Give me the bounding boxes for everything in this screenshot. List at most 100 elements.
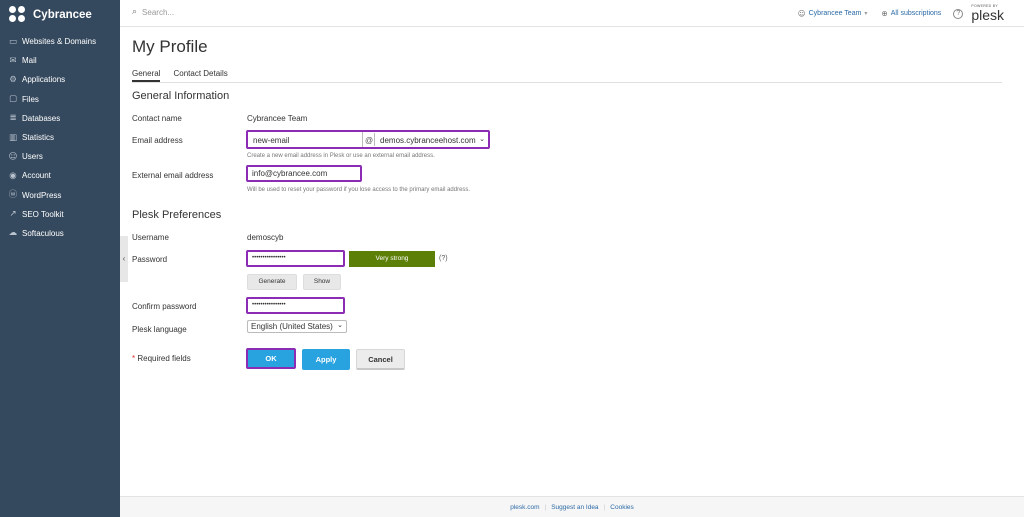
plesk-logo[interactable]: POWERED BY plesk (971, 5, 1004, 22)
sidebar-nav: ▭ Websites & Domains ✉ Mail ⚙ Applications … (0, 32, 120, 243)
email-local-input[interactable]: new-email (253, 136, 289, 145)
plesk-preferences-heading: Plesk Preferences (132, 209, 222, 221)
wordpress-icon: ⓦ (8, 190, 18, 201)
sidebar-item-applications[interactable]: ⚙ Applications (0, 70, 120, 89)
email-address-label: Email address (132, 136, 183, 145)
plesk-language-label: Plesk language (132, 325, 187, 334)
sidebar-item-label: SEO Toolkit (22, 209, 64, 219)
sidebar-item-databases[interactable]: ≣ Databases (0, 109, 120, 128)
tab-general[interactable]: General (132, 68, 161, 82)
cybrancee-logo-icon (9, 6, 27, 24)
chevron-down-icon: ⌄ (479, 135, 485, 143)
sidebar-item-label: Account (22, 171, 51, 181)
sidebar-item-label: Websites & Domains (22, 37, 97, 47)
chevron-down-icon: ⌄ (337, 321, 343, 329)
database-icon: ≣ (9, 113, 17, 124)
footer-separator: | (544, 503, 547, 511)
search-input[interactable]: Search... (142, 8, 174, 17)
footer-separator: | (603, 503, 606, 511)
password-field[interactable]: •••••••••••••••• (246, 250, 345, 267)
strength-help-link[interactable]: (?) (439, 255, 448, 262)
plesk-wordmark: plesk (971, 6, 1004, 23)
external-email-label: External email address (132, 171, 214, 180)
password-label: Password (132, 255, 168, 264)
sidebar-item-files[interactable]: ▢ Files (0, 90, 120, 109)
chevron-down-icon: ▾ (864, 11, 868, 17)
search-icon: ⌕ (132, 7, 138, 17)
subscriptions-label: All subscriptions (890, 10, 942, 17)
required-fields-note: * Required fields (132, 354, 191, 363)
sidebar-collapse-handle[interactable]: ‹ (120, 236, 128, 282)
top-bar: ⌕ Search... ☺ Cybrancee Team ▾ ⊕ All sub… (120, 0, 1024, 27)
plesk-language-value: English (United States) (251, 322, 333, 331)
tab-bar: General Contact Details (132, 68, 1002, 83)
user-icon: ☺ (8, 151, 18, 162)
ok-button[interactable]: OK (246, 348, 296, 369)
sidebar-item-account[interactable]: ◉ Account (0, 166, 120, 185)
plesk-language-select[interactable]: English (United States) ⌄ (247, 320, 347, 333)
general-information-heading: General Information (132, 90, 230, 102)
sidebar: Cybrancee ▭ Websites & Domains ✉ Mail ⚙ App… (0, 0, 120, 517)
sidebar-item-label: Databases (22, 113, 61, 123)
page-title: My Profile (132, 37, 208, 56)
show-button[interactable]: Show (303, 274, 341, 290)
sidebar-item-websites-domains[interactable]: ▭ Websites & Domains (0, 32, 120, 51)
sidebar-item-wordpress[interactable]: ⓦ WordPress (0, 186, 120, 205)
statistics-icon: ▥ (8, 132, 18, 143)
username-label: Username (132, 233, 169, 242)
email-hint: Create a new email address in Plesk or u… (247, 153, 435, 159)
sidebar-item-softaculous[interactable]: ☁ Softaculous (0, 224, 120, 243)
applications-icon: ⚙ (9, 74, 17, 85)
email-address-group: new-email @ demos.cybranceehost.com ⌄ (246, 130, 490, 149)
password-strength-bar: Very strong (349, 251, 435, 267)
user-name: Cybrancee Team (808, 10, 862, 17)
globe-icon: ⊕ (881, 9, 888, 18)
external-email-field[interactable]: info@cybrancee.com (246, 165, 362, 182)
user-icon: ☺ (797, 9, 806, 18)
cancel-button[interactable]: Cancel (356, 349, 405, 370)
email-divider (362, 132, 363, 147)
sidebar-item-label: Files (22, 94, 39, 104)
mail-icon: ✉ (9, 55, 17, 66)
brand[interactable]: Cybrancee (0, 0, 120, 30)
softaculous-icon: ☁ (8, 228, 18, 239)
search-box[interactable]: ⌕ Search... (132, 7, 174, 17)
sidebar-item-label: Mail (22, 56, 37, 66)
account-icon: ◉ (9, 170, 17, 181)
sidebar-item-users[interactable]: ☺ Users (0, 147, 120, 166)
subscriptions-link[interactable]: ⊕ All subscriptions (881, 9, 941, 18)
required-star: * (132, 354, 136, 363)
footer-link-cookies[interactable]: Cookies (610, 504, 633, 511)
help-icon[interactable]: ? (953, 8, 964, 19)
email-domain-select[interactable]: demos.cybranceehost.com (380, 136, 476, 145)
sidebar-item-label: Applications (22, 75, 66, 85)
confirm-password-label: Confirm password (132, 302, 197, 311)
sidebar-item-statistics[interactable]: ▥ Statistics (0, 128, 120, 147)
footer-link-suggest-idea[interactable]: Suggest an Idea (551, 504, 598, 511)
user-menu[interactable]: ☺ Cybrancee Team ▾ (798, 9, 868, 18)
chevron-left-icon: ‹ (122, 254, 126, 263)
brand-name: Cybrancee (33, 9, 92, 21)
contact-name-value: Cybrancee Team (247, 114, 308, 123)
sidebar-item-label: Users (22, 152, 43, 162)
sidebar-item-seo-toolkit[interactable]: ↗ SEO Toolkit (0, 205, 120, 224)
contact-name-label: Contact name (132, 114, 182, 123)
username-value: demoscyb (247, 233, 284, 242)
footer: plesk.com | Suggest an Idea | Cookies (120, 496, 1024, 517)
monitor-icon: ▭ (8, 36, 18, 47)
at-sign: @ (365, 136, 374, 145)
tab-contact-details[interactable]: Contact Details (173, 68, 227, 82)
main-content: My Profile General Contact Details Gener… (132, 27, 1002, 370)
seo-icon: ↗ (9, 209, 17, 220)
required-fields-label: Required fields (137, 354, 191, 363)
header-actions: ☺ Cybrancee Team ▾ ⊕ All subscriptions ?… (798, 0, 1004, 27)
sidebar-item-label: Softaculous (22, 228, 64, 238)
footer-link-plesk[interactable]: plesk.com (510, 504, 539, 511)
external-email-hint: Will be used to reset your password if y… (247, 187, 471, 193)
sidebar-item-mail[interactable]: ✉ Mail (0, 51, 120, 70)
apply-button[interactable]: Apply (302, 349, 350, 370)
confirm-password-field[interactable]: •••••••••••••••• (246, 297, 345, 314)
email-divider (374, 133, 375, 146)
generate-button[interactable]: Generate (247, 274, 297, 290)
folder-icon: ▢ (8, 94, 18, 105)
